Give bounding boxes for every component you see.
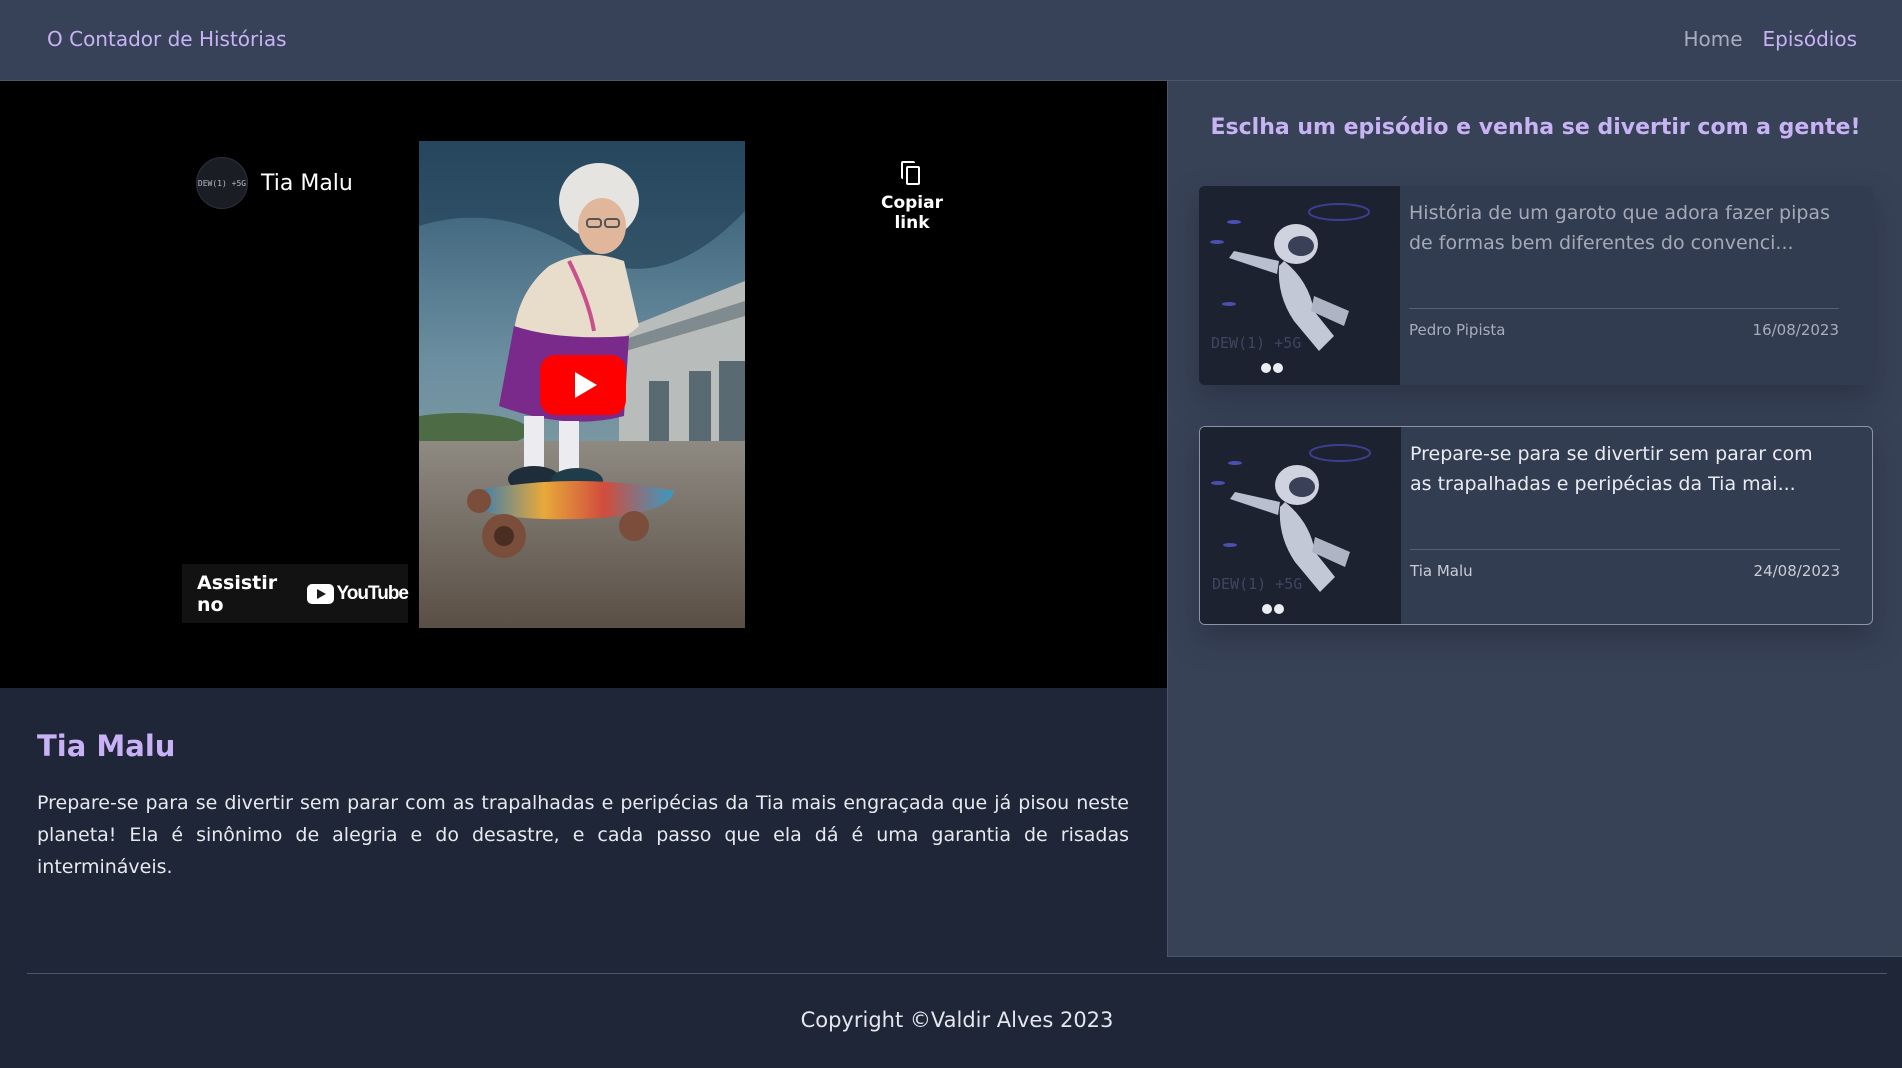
sidebar-heading: Esclha um episódio e venha se divertir c… bbox=[1210, 115, 1861, 140]
episode-card[interactable]: DEW(1) +5G História de um garoto que ado… bbox=[1199, 186, 1873, 385]
youtube-logo-icon: YouTube bbox=[306, 582, 409, 605]
thumb-watermark-text: DEW(1) +5G bbox=[1211, 334, 1301, 352]
copy-link-button[interactable]: Copiar link bbox=[862, 159, 962, 233]
episode-description: Prepare-se para se divertir sem parar co… bbox=[37, 792, 1129, 878]
top-navbar: O Contador de Histórias Home Episódios bbox=[0, 0, 1902, 81]
nav-episodes-link[interactable]: Episódios bbox=[1763, 27, 1857, 51]
episode-date: 24/08/2023 bbox=[1753, 562, 1840, 580]
brand-link[interactable]: O Contador de Histórias bbox=[47, 27, 287, 51]
episode-author: Tia Malu bbox=[1410, 562, 1473, 580]
youtube-video-player[interactable]: DEW(1) +5G Tia Malu Copiar link Assistir… bbox=[0, 81, 1167, 688]
channel-info[interactable]: DEW(1) +5G Tia Malu bbox=[196, 157, 353, 209]
main-nav: Home Episódios bbox=[1683, 27, 1857, 51]
channel-avatar-text: DEW(1) +5G bbox=[197, 178, 247, 188]
copy-icon bbox=[898, 159, 926, 187]
footer-copyright: Copyright ©Valdir Alves 2023 bbox=[800, 1008, 1114, 1032]
episode-card-body: História de um garoto que adora fazer pi… bbox=[1409, 198, 1839, 339]
card-divider bbox=[1409, 308, 1839, 309]
play-button[interactable] bbox=[540, 355, 626, 415]
episode-card-selected[interactable]: DEW(1) +5G Prepare-se para se divertir s… bbox=[1199, 426, 1873, 625]
episode-excerpt: Prepare-se para se divertir sem parar co… bbox=[1410, 443, 1813, 495]
episode-author: Pedro Pipista bbox=[1409, 321, 1506, 339]
astronaut-thumbnail-image: DEW(1) +5G bbox=[1200, 427, 1401, 624]
episodes-sidebar: Esclha um episódio e venha se divertir c… bbox=[1167, 81, 1902, 957]
episode-excerpt: História de um garoto que adora fazer pi… bbox=[1409, 202, 1830, 254]
play-icon bbox=[574, 372, 597, 398]
copy-link-label: Copiar link bbox=[880, 193, 943, 233]
episode-thumbnail: DEW(1) +5G bbox=[1200, 427, 1401, 624]
card-divider bbox=[1410, 549, 1840, 550]
episode-card-body: Prepare-se para se divertir sem parar co… bbox=[1410, 439, 1840, 580]
episode-meta: Pedro Pipista 16/08/2023 bbox=[1409, 321, 1839, 339]
episode-date: 16/08/2023 bbox=[1752, 321, 1839, 339]
youtube-wordmark: YouTube bbox=[336, 582, 409, 604]
nav-home-link[interactable]: Home bbox=[1683, 27, 1742, 51]
channel-avatar[interactable]: DEW(1) +5G bbox=[196, 157, 248, 209]
watch-on-label: Assistir no bbox=[197, 571, 278, 616]
channel-name[interactable]: Tia Malu bbox=[261, 171, 353, 196]
thumb-watermark-text: DEW(1) +5G bbox=[1212, 575, 1302, 593]
episode-meta: Tia Malu 24/08/2023 bbox=[1410, 562, 1840, 580]
astronaut-thumbnail-image: DEW(1) +5G bbox=[1199, 186, 1400, 385]
episode-thumbnail: DEW(1) +5G bbox=[1199, 186, 1400, 385]
watch-on-youtube-button[interactable]: Assistir no YouTube bbox=[182, 564, 409, 623]
footer-divider bbox=[27, 973, 1887, 974]
episode-title: Tia Malu bbox=[37, 729, 176, 763]
